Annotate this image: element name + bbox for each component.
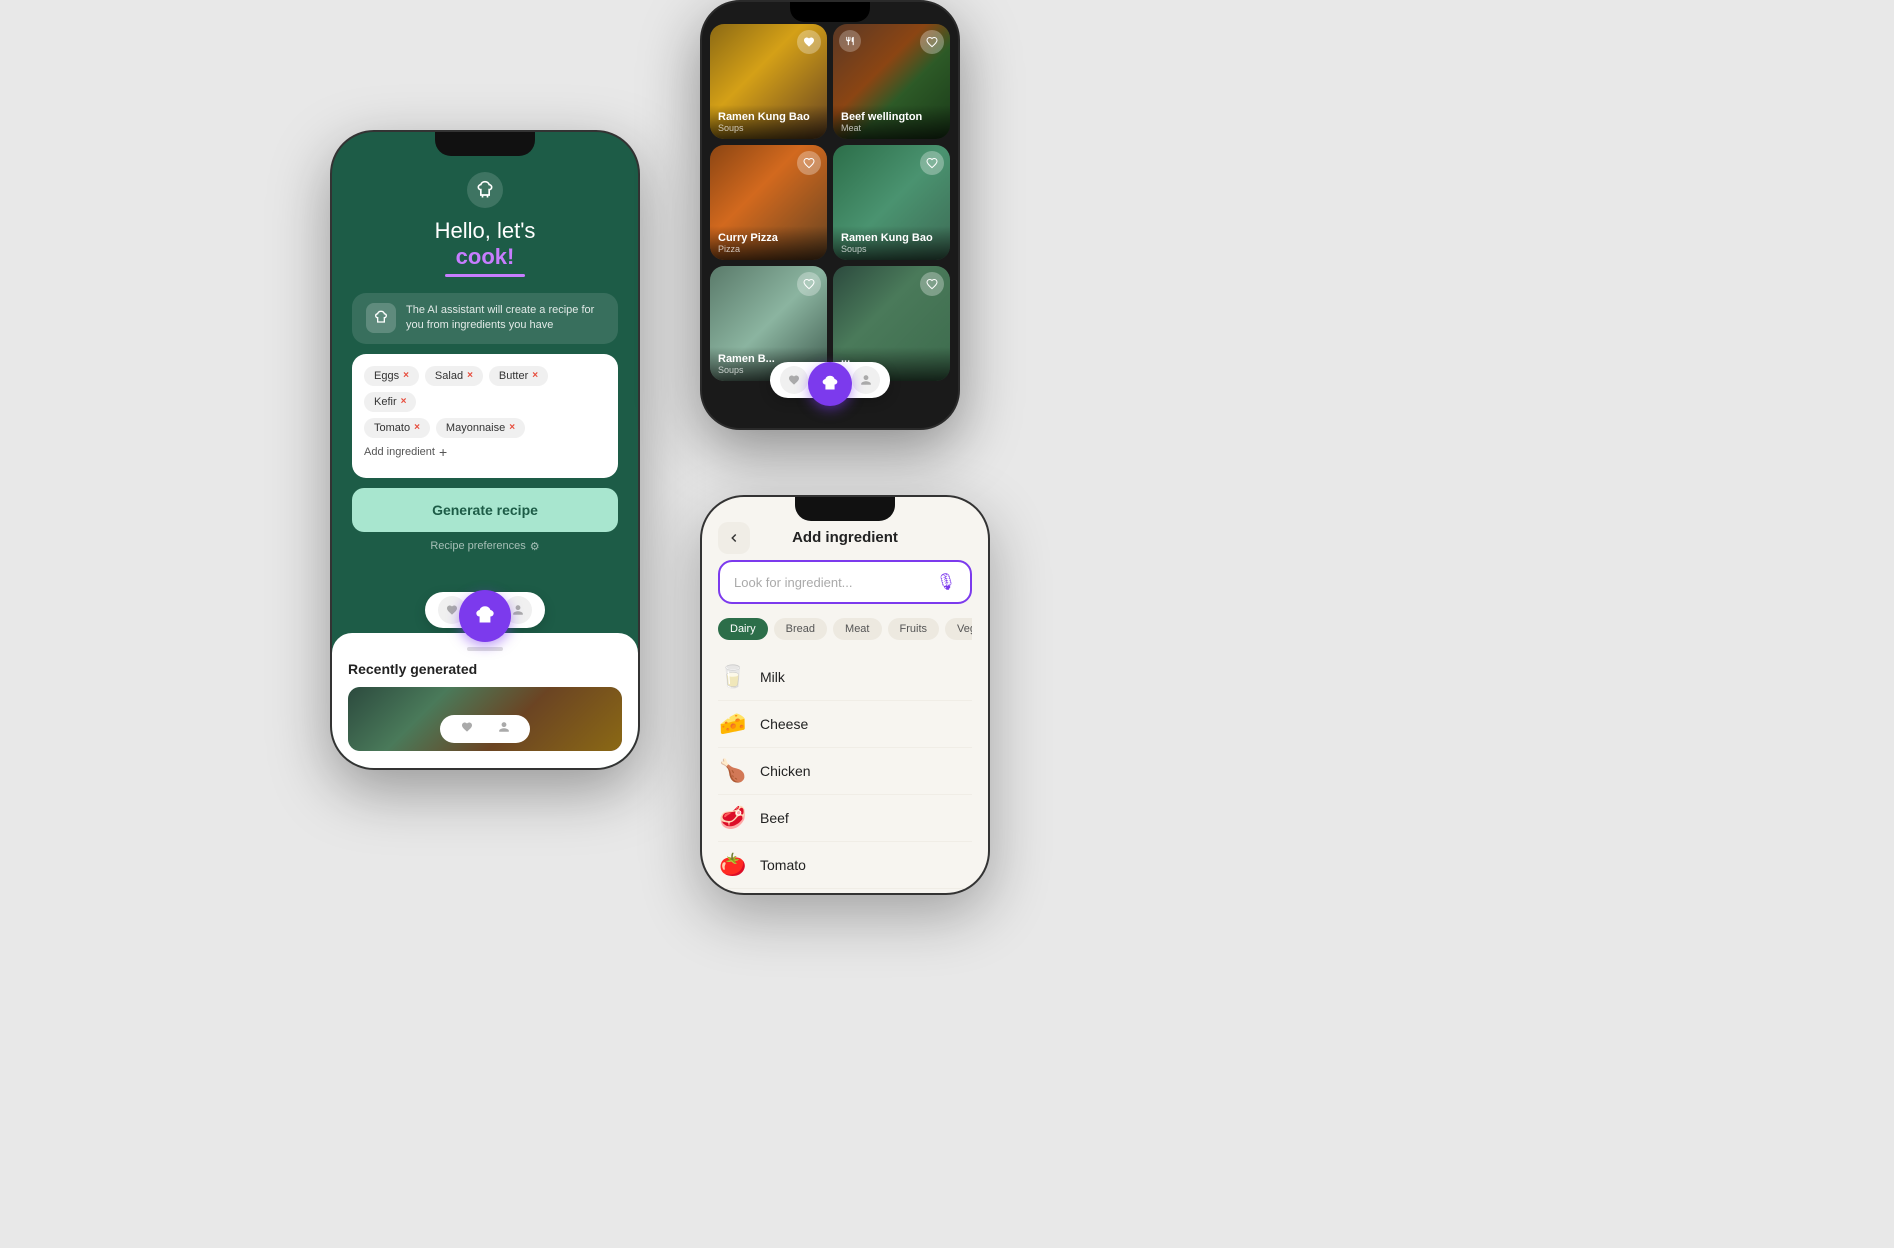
mic-icon[interactable]: 🎙 — [936, 572, 956, 592]
ingredient-item-tomato[interactable]: 🍅 Tomato — [718, 842, 972, 889]
recipe-utensil-icon-2 — [839, 30, 861, 52]
greeting-text: Hello, let's — [435, 218, 536, 244]
back-button[interactable] — [718, 522, 750, 554]
recipe-cat-3: Pizza — [718, 244, 819, 254]
recipe-card-4[interactable]: Ramen Kung Bao Soups — [833, 145, 950, 260]
phone1-main-content: Hello, let's cook! The AI assistant will… — [332, 132, 638, 553]
milk-emoji: 🥛 — [718, 664, 748, 690]
filter-tab-meat[interactable]: Meat — [833, 618, 881, 640]
image-like-btn[interactable] — [461, 720, 473, 738]
ingredient-item-cheese[interactable]: 🧀 Cheese — [718, 701, 972, 748]
ai-card-text: The AI assistant will create a recipe fo… — [406, 303, 604, 334]
add-ingredient-inline-btn[interactable]: Add ingredient + — [364, 444, 447, 460]
recipe-title-3: Curry Pizza — [718, 232, 819, 244]
phone2-fab[interactable] — [808, 362, 852, 406]
tag-butter[interactable]: Butter × — [489, 366, 548, 386]
phone1-device: Hello, let's cook! The AI assistant will… — [330, 130, 640, 770]
tag-eggs[interactable]: Eggs × — [364, 366, 419, 386]
phone3-notch — [795, 497, 895, 521]
recipe-info-3: Curry Pizza Pizza — [710, 226, 827, 260]
recipe-heart-5[interactable] — [797, 272, 821, 296]
phone3-device: Add ingredient Look for ingredient... 🎙 … — [700, 495, 990, 895]
recipe-pref-label: Recipe preferences — [430, 540, 525, 552]
tag-tomato[interactable]: Tomato × — [364, 418, 430, 438]
recipe-title-2: Beef wellington — [841, 111, 942, 123]
recently-generated-title: Recently generated — [348, 661, 622, 677]
recipe-heart-2[interactable] — [920, 30, 944, 54]
tag-mayonnaise[interactable]: Mayonnaise × — [436, 418, 525, 438]
phone1-fab[interactable] — [459, 590, 511, 642]
remove-butter-btn[interactable]: × — [532, 370, 538, 381]
ai-assistant-card: The AI assistant will create a recipe fo… — [352, 293, 618, 344]
recipe-info-2: Beef wellington Meat — [833, 105, 950, 139]
recently-generated-image[interactable] — [348, 687, 622, 751]
recipe-heart-3[interactable] — [797, 151, 821, 175]
cheese-emoji: 🧀 — [718, 711, 748, 737]
chef-icon-circle — [467, 172, 503, 208]
underline-decoration — [445, 274, 525, 277]
tomato-name: Tomato — [760, 857, 806, 873]
recipe-heart-1[interactable] — [797, 30, 821, 54]
ai-card-icon — [366, 303, 396, 333]
recipe-title-4: Ramen Kung Bao — [841, 232, 942, 244]
filter-tab-vegeta[interactable]: Vegeta... — [945, 618, 972, 640]
cook-text: cook! — [456, 244, 515, 270]
recipe-cat-4: Soups — [841, 244, 942, 254]
ingredient-item-milk[interactable]: 🥛 Milk — [718, 654, 972, 701]
beef-name: Beef — [760, 810, 789, 826]
phone3-main-content: Add ingredient Look for ingredient... 🎙 … — [702, 497, 988, 895]
phone2-device: Ramen Kung Bao Soups Beef wellington Mea… — [700, 0, 960, 430]
beef-emoji: 🥩 — [718, 805, 748, 831]
recipe-heart-6[interactable] — [920, 272, 944, 296]
ingredients-tags-row-2: Tomato × Mayonnaise × Add ingredient + — [364, 418, 606, 460]
phone2-grid: Ramen Kung Bao Soups Beef wellington Mea… — [702, 2, 958, 389]
ingredient-list: 🥛 Milk 🧀 Cheese 🍗 Chicken 🥩 Beef 🍅 Tomat… — [718, 654, 972, 889]
recipe-card-2[interactable]: Beef wellington Meat — [833, 24, 950, 139]
remove-tomato-btn[interactable]: × — [414, 422, 420, 433]
recipe-info-1: Ramen Kung Bao Soups — [710, 105, 827, 139]
filter-tab-bread[interactable]: Bread — [774, 618, 827, 640]
ingredient-item-chicken[interactable]: 🍗 Chicken — [718, 748, 972, 795]
recipe-card-1[interactable]: Ramen Kung Bao Soups — [710, 24, 827, 139]
image-person-btn[interactable] — [498, 720, 510, 738]
recipe-title-1: Ramen Kung Bao — [718, 111, 819, 123]
bottom-sheet: Recently generated — [332, 633, 638, 768]
phone2-notch — [790, 2, 870, 22]
phone3-header: Add ingredient — [718, 529, 972, 546]
remove-kefir-btn[interactable]: × — [401, 396, 407, 407]
ingredient-search-bar[interactable]: Look for ingredient... 🎙 — [718, 560, 972, 604]
add-plus-icon: + — [439, 444, 447, 460]
filter-tab-fruits[interactable]: Fruits — [888, 618, 940, 640]
recipe-cat-2: Meat — [841, 123, 942, 133]
filter-tab-dairy[interactable]: Dairy — [718, 618, 768, 640]
recipe-heart-4[interactable] — [920, 151, 944, 175]
milk-name: Milk — [760, 669, 785, 685]
recipe-preferences-row[interactable]: Recipe preferences ⚙ — [430, 540, 539, 553]
image-action-bar — [440, 715, 530, 743]
tomato-emoji: 🍅 — [718, 852, 748, 878]
tag-kefir[interactable]: Kefir × — [364, 392, 416, 412]
search-placeholder-text: Look for ingredient... — [734, 575, 936, 590]
ingredients-card: Eggs × Salad × Butter × Kefir × To — [352, 354, 618, 478]
filter-icon: ⚙ — [530, 540, 540, 553]
p2-nav-like[interactable] — [780, 366, 808, 394]
p2-nav-person[interactable] — [852, 366, 880, 394]
tag-salad[interactable]: Salad × — [425, 366, 483, 386]
phone3-title: Add ingredient — [792, 529, 898, 546]
phone1-notch — [435, 132, 535, 156]
recipe-cat-1: Soups — [718, 123, 819, 133]
ingredient-item-beef[interactable]: 🥩 Beef — [718, 795, 972, 842]
chicken-emoji: 🍗 — [718, 758, 748, 784]
recipe-info-4: Ramen Kung Bao Soups — [833, 226, 950, 260]
remove-salad-btn[interactable]: × — [467, 370, 473, 381]
chicken-name: Chicken — [760, 763, 811, 779]
generate-recipe-button[interactable]: Generate recipe — [352, 488, 618, 532]
cheese-name: Cheese — [760, 716, 808, 732]
ingredients-tags-row: Eggs × Salad × Butter × Kefir × — [364, 366, 606, 412]
remove-eggs-btn[interactable]: × — [403, 370, 409, 381]
bottom-sheet-handle — [467, 647, 503, 651]
remove-mayonnaise-btn[interactable]: × — [509, 422, 515, 433]
recipe-card-3[interactable]: Curry Pizza Pizza — [710, 145, 827, 260]
filter-tabs-row: Dairy Bread Meat Fruits Vegeta... — [718, 618, 972, 640]
